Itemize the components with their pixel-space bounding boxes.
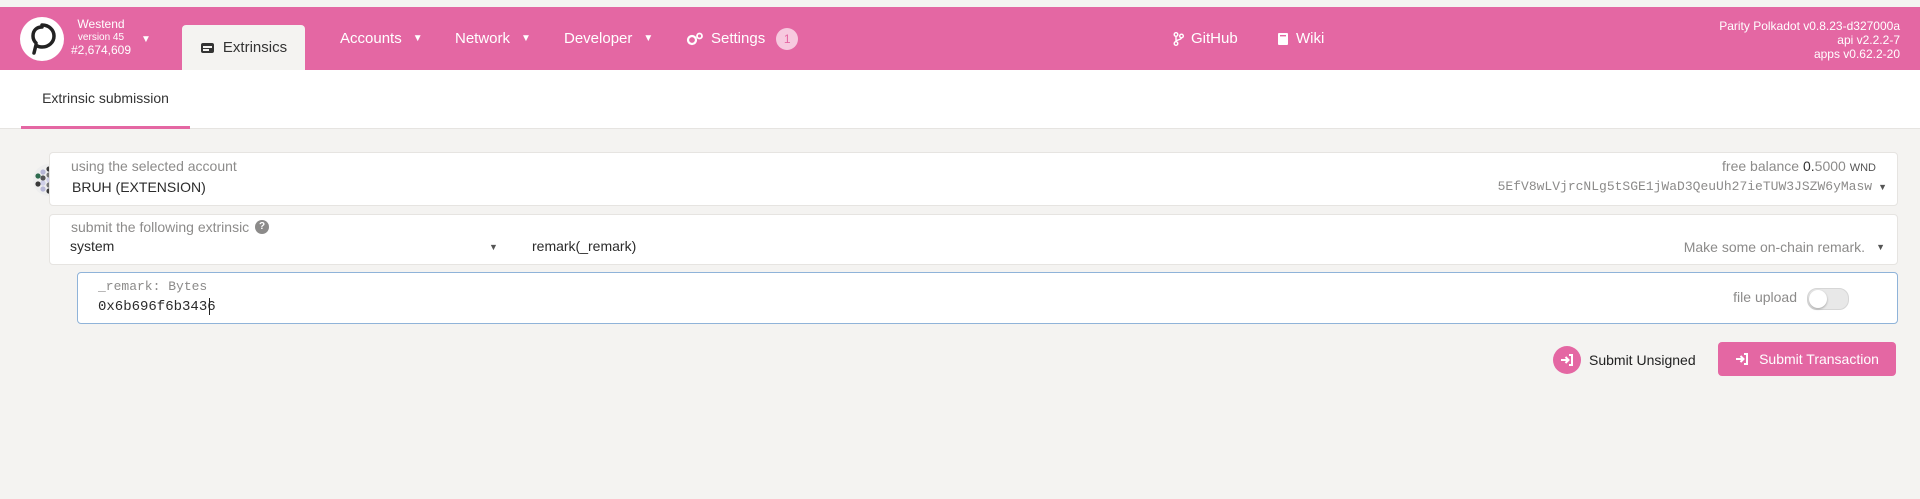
block-number: #2,674,609	[70, 43, 132, 57]
window-top-strip	[0, 0, 1920, 7]
menu-accounts[interactable]: Accounts ▼	[340, 7, 423, 70]
extrinsics-icon	[200, 42, 214, 53]
free-balance-label: free balance	[1722, 158, 1800, 174]
method-value: remark(_remark)	[532, 238, 637, 254]
free-balance-unit: WND	[1849, 162, 1876, 174]
chevron-down-icon: ▼	[412, 33, 423, 44]
method-description: Make some on-chain remark.	[1683, 239, 1865, 255]
chevron-down-icon: ▼	[643, 33, 654, 44]
chain-selector[interactable]: Westend version 45 #2,674,609	[68, 18, 134, 57]
menu-settings[interactable]: Settings 1	[686, 7, 799, 70]
chain-name: Westend	[77, 17, 125, 31]
account-selector[interactable]: using the selected account BRUH (EXTENSI…	[49, 152, 1898, 206]
account-field-label: using the selected account	[71, 158, 237, 174]
file-upload-label: file upload	[1733, 289, 1797, 305]
menu-network[interactable]: Network ▼	[455, 7, 531, 70]
free-balance: free balance 0.5000 WND	[1722, 158, 1876, 174]
menu-settings-label: Settings	[711, 30, 766, 47]
menu-developer[interactable]: Developer ▼	[564, 7, 653, 70]
menu-accounts-label: Accounts	[340, 30, 402, 47]
sign-in-icon	[1553, 346, 1581, 374]
extrinsic-selector: submit the following extrinsic ? system …	[49, 214, 1898, 265]
api-version: api v2.2.2-7	[1837, 33, 1900, 47]
book-icon	[1278, 32, 1288, 45]
menu-developer-label: Developer	[564, 30, 633, 47]
polkadot-logo-icon[interactable]	[20, 17, 64, 61]
submit-unsigned-label: Submit Unsigned	[1589, 352, 1696, 368]
chevron-down-icon: ▼	[1876, 242, 1885, 252]
submit-transaction-button[interactable]: Submit Transaction	[1718, 342, 1896, 376]
tab-extrinsics-label: Extrinsics	[222, 39, 288, 56]
tab-extrinsics[interactable]: Extrinsics	[182, 25, 305, 70]
link-github[interactable]: GitHub	[1173, 7, 1238, 70]
menu-network-label: Network	[455, 30, 511, 47]
submit-transaction-label: Submit Transaction	[1759, 351, 1879, 367]
sign-in-icon	[1736, 353, 1749, 365]
chevron-down-icon: ▼	[489, 242, 498, 252]
method-dropdown[interactable]: remark(_remark) Make some on-chain remar…	[512, 235, 1897, 261]
section-dropdown[interactable]: system ▼	[50, 235, 502, 261]
toggle-knob	[1809, 290, 1827, 308]
link-wiki[interactable]: Wiki	[1277, 7, 1324, 70]
chevron-down-icon: ▼	[521, 33, 531, 44]
remark-param-label: _remark: Bytes	[98, 279, 208, 294]
section-value: system	[70, 238, 115, 254]
top-navbar: Westend version 45 #2,674,609 ▼ Extrinsi…	[0, 7, 1920, 70]
settings-gears-icon	[686, 32, 703, 45]
account-name: BRUH (EXTENSION)	[72, 179, 206, 195]
help-question-icon[interactable]: ?	[255, 220, 269, 234]
submit-unsigned-button[interactable]: Submit Unsigned	[1553, 345, 1696, 375]
link-github-label: GitHub	[1191, 30, 1238, 47]
free-balance-int: 0.	[1802, 158, 1815, 174]
chevron-down-icon[interactable]: ▼	[1878, 182, 1887, 192]
apps-version: apps v0.62.2-20	[1813, 47, 1900, 61]
remark-param-field[interactable]: _remark: Bytes 0x6b696f6b3436 file uploa…	[77, 272, 1898, 324]
file-upload-toggle[interactable]	[1807, 288, 1849, 310]
version-info: Parity Polkadot v0.8.23-d327000a api v2.…	[1719, 19, 1900, 61]
link-wiki-label: Wiki	[1296, 30, 1325, 47]
account-address: 5EfV8wLVjrcNLg5tSGE1jWaD3QeuUh27ieTUW3JS…	[1498, 179, 1887, 194]
extrinsic-field-label: submit the following extrinsic	[71, 219, 250, 235]
account-address-value: 5EfV8wLVjrcNLg5tSGE1jWaD3QeuUh27ieTUW3JS…	[1497, 179, 1873, 194]
remark-input[interactable]: 0x6b696f6b3436	[98, 299, 216, 315]
free-balance-dec: 5000	[1814, 158, 1846, 174]
settings-badge: 1	[776, 27, 799, 50]
text-cursor	[209, 298, 210, 315]
tab-extrinsic-submission[interactable]: Extrinsic submission	[21, 70, 190, 129]
code-branch-icon	[1173, 31, 1184, 46]
node-version: Parity Polkadot v0.8.23-d327000a	[1719, 19, 1900, 33]
sub-navigation: Extrinsic submission	[0, 70, 1920, 129]
chain-caret-icon[interactable]: ▼	[141, 34, 151, 45]
tab-extrinsic-submission-label: Extrinsic submission	[42, 90, 169, 106]
